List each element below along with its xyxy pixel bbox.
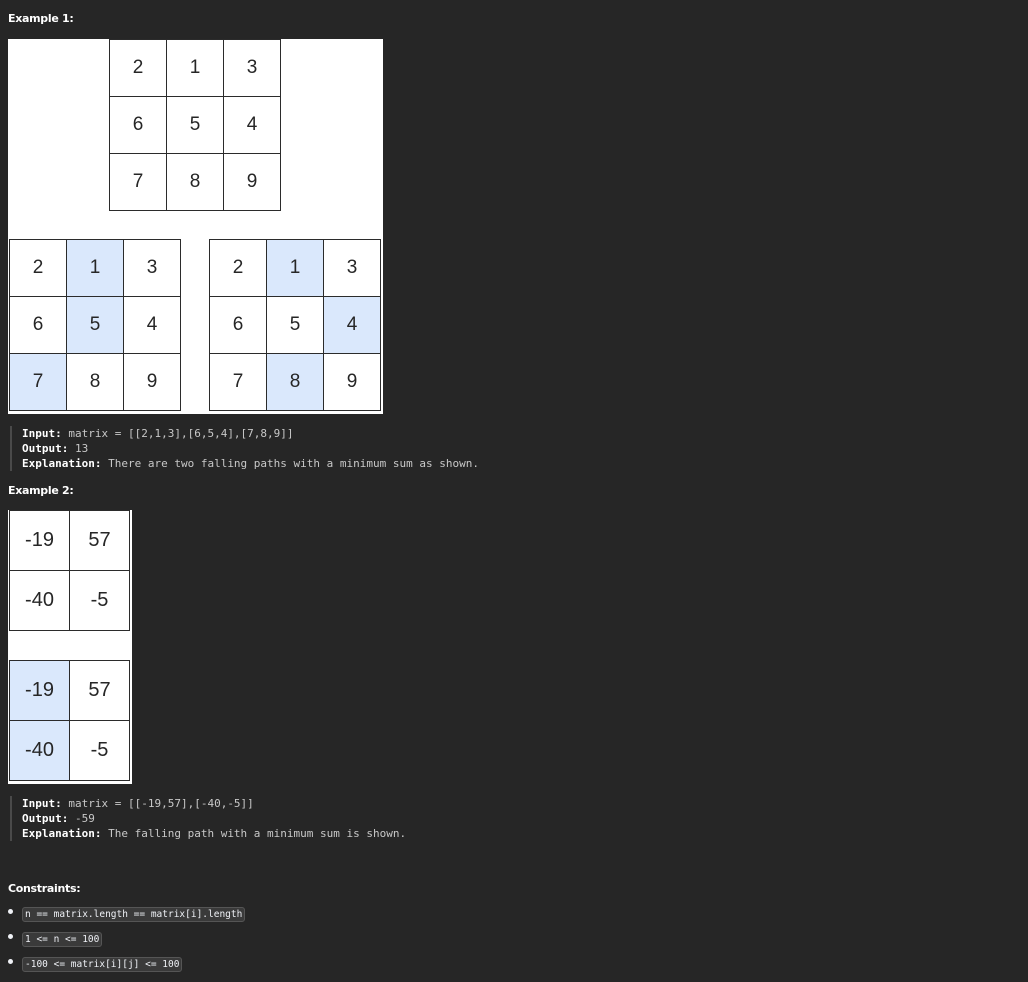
- grid-cell: -5: [69, 570, 130, 631]
- explanation-value: There are two falling paths with a minim…: [101, 457, 479, 470]
- grid-cell: 57: [69, 510, 130, 571]
- grid-cell: 9: [323, 353, 381, 411]
- grid-cell: 3: [223, 39, 281, 97]
- example-1-figure: 2 1 3 6 5 4 7 8 9 2 1 3 6 5 4 7 8 9 2 1 …: [8, 39, 383, 414]
- list-item: 1 <= n <= 100: [8, 927, 245, 952]
- input-label: Input:: [22, 797, 62, 810]
- example-1-io-block: Input: matrix = [[2,1,3],[6,5,4],[7,8,9]…: [10, 426, 479, 471]
- grid-cell: 5: [266, 296, 324, 354]
- example-2-io-block: Input: matrix = [[-19,57],[-40,-5]] Outp…: [10, 796, 406, 841]
- grid-cell-highlighted: 1: [66, 239, 124, 297]
- grid-cell-highlighted: 7: [9, 353, 67, 411]
- list-item: -100 <= matrix[i][j] <= 100: [8, 952, 245, 977]
- grid-cell-highlighted: 8: [266, 353, 324, 411]
- grid-cell: 3: [323, 239, 381, 297]
- grid-cell: 57: [69, 660, 130, 721]
- example-1-path-left-grid: 2 1 3 6 5 4 7 8 9: [9, 239, 181, 411]
- grid-cell: 7: [109, 153, 167, 211]
- grid-cell: 4: [123, 296, 181, 354]
- output-value: -59: [68, 812, 95, 825]
- grid-cell-highlighted: 1: [266, 239, 324, 297]
- input-value: matrix = [[2,1,3],[6,5,4],[7,8,9]]: [61, 427, 294, 440]
- grid-cell-highlighted: -40: [9, 720, 70, 781]
- explanation-label: Explanation:: [22, 827, 102, 840]
- grid-cell: 9: [123, 353, 181, 411]
- grid-cell-highlighted: 4: [323, 296, 381, 354]
- grid-cell: 4: [223, 96, 281, 154]
- output-label: Output:: [22, 812, 69, 825]
- constraints-heading: Constraints:: [8, 882, 81, 895]
- grid-cell: -40: [9, 570, 70, 631]
- constraint-code: -100 <= matrix[i][j] <= 100: [22, 957, 183, 972]
- explanation-label: Explanation:: [22, 457, 102, 470]
- output-value: 13: [68, 442, 89, 455]
- grid-cell: -5: [69, 720, 130, 781]
- grid-cell: 9: [223, 153, 281, 211]
- grid-cell-highlighted: -19: [9, 660, 70, 721]
- constraint-code: 1 <= n <= 100: [22, 932, 103, 947]
- example-2-figure: -19 57 -40 -5 -19 57 -40 -5: [8, 510, 132, 784]
- grid-cell: 2: [209, 239, 267, 297]
- grid-cell: 7: [209, 353, 267, 411]
- input-label: Input:: [22, 427, 62, 440]
- output-label: Output:: [22, 442, 69, 455]
- grid-cell-highlighted: 5: [66, 296, 124, 354]
- input-value: matrix = [[-19,57],[-40,-5]]: [61, 797, 254, 810]
- grid-cell: -19: [9, 510, 70, 571]
- grid-cell: 6: [9, 296, 67, 354]
- grid-cell: 6: [209, 296, 267, 354]
- example-1-path-right-grid: 2 1 3 6 5 4 7 8 9: [209, 239, 381, 411]
- constraints-list: n == matrix.length == matrix[i].length 1…: [8, 902, 246, 977]
- example-1-top-grid: 2 1 3 6 5 4 7 8 9: [109, 39, 281, 211]
- example-2-heading: Example 2:: [8, 484, 74, 497]
- grid-cell: 1: [166, 39, 224, 97]
- example-2-top-grid: -19 57 -40 -5: [9, 510, 130, 631]
- grid-cell: 2: [9, 239, 67, 297]
- explanation-value: The falling path with a minimum sum is s…: [101, 827, 407, 840]
- grid-cell: 3: [123, 239, 181, 297]
- grid-cell: 8: [166, 153, 224, 211]
- list-item: n == matrix.length == matrix[i].length: [8, 902, 246, 927]
- grid-cell: 5: [166, 96, 224, 154]
- example-1-heading: Example 1:: [8, 12, 74, 25]
- grid-cell: 2: [109, 39, 167, 97]
- constraint-code: n == matrix.length == matrix[i].length: [22, 907, 246, 922]
- grid-cell: 6: [109, 96, 167, 154]
- example-2-path-grid: -19 57 -40 -5: [9, 660, 130, 781]
- grid-cell: 8: [66, 353, 124, 411]
